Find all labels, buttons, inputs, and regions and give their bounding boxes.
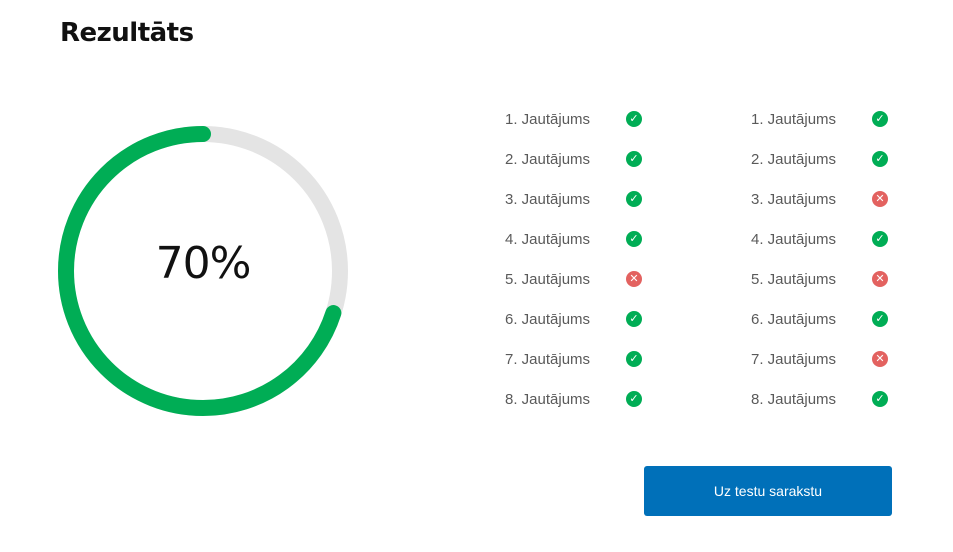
question-label: 8. Jautājums: [751, 391, 837, 408]
question-label: 4. Jautājums: [751, 231, 837, 248]
question-label: 7. Jautājums: [505, 351, 591, 368]
x-circle-icon: ✕: [872, 191, 888, 207]
question-label: 2. Jautājums: [505, 151, 591, 168]
question-label: 1. Jautājums: [505, 111, 591, 128]
answer-row: 7. Jautājums ✓: [505, 340, 705, 380]
question-label: 6. Jautājums: [751, 311, 837, 328]
check-circle-icon: ✓: [872, 111, 888, 127]
back-to-tests-button[interactable]: Uz testu sarakstu: [644, 466, 892, 516]
check-circle-icon: ✓: [872, 391, 888, 407]
check-circle-icon: ✓: [626, 311, 642, 327]
answer-row: 8. Jautājums ✓: [505, 380, 705, 420]
answer-row: 5. Jautājums ✕: [505, 260, 705, 300]
answers-list-left: 1. Jautājums ✓ 2. Jautājums ✓ 3. Jautājums ✓ 4…: [505, 100, 705, 420]
answer-row: 2. Jautājums ✓: [505, 140, 705, 180]
question-label: 5. Jautājums: [751, 271, 837, 288]
question-label: 3. Jautājums: [751, 191, 837, 208]
answer-row: 4. Jautājums ✓: [751, 220, 951, 260]
question-label: 7. Jautājums: [751, 351, 837, 368]
x-circle-icon: ✕: [872, 271, 888, 287]
x-circle-icon: ✕: [872, 351, 888, 367]
question-label: 4. Jautājums: [505, 231, 591, 248]
question-label: 1. Jautājums: [751, 111, 837, 128]
check-circle-icon: ✓: [626, 151, 642, 167]
answers-list-right: 1. Jautājums ✓ 2. Jautājums ✓ 3. Jautājums ✕ 4…: [751, 100, 951, 420]
answer-row: 2. Jautājums ✓: [751, 140, 951, 180]
question-label: 2. Jautājums: [751, 151, 837, 168]
score-percent: 70%: [155, 238, 252, 289]
answer-row: 4. Jautājums ✓: [505, 220, 705, 260]
answer-row: 5. Jautājums ✕: [751, 260, 951, 300]
answer-row: 1. Jautājums ✓: [505, 100, 705, 140]
question-label: 6. Jautājums: [505, 311, 591, 328]
x-circle-icon: ✕: [626, 271, 642, 287]
check-circle-icon: ✓: [626, 191, 642, 207]
question-label: 8. Jautājums: [505, 391, 591, 408]
check-circle-icon: ✓: [626, 391, 642, 407]
answer-row: 3. Jautājums ✓: [505, 180, 705, 220]
check-circle-icon: ✓: [626, 231, 642, 247]
answer-row: 1. Jautājums ✓: [751, 100, 951, 140]
answer-row: 7. Jautājums ✕: [751, 340, 951, 380]
question-label: 3. Jautājums: [505, 191, 591, 208]
check-circle-icon: ✓: [872, 151, 888, 167]
question-label: 5. Jautājums: [505, 271, 591, 288]
answer-row: 8. Jautājums ✓: [751, 380, 951, 420]
answer-row: 6. Jautājums ✓: [505, 300, 705, 340]
check-circle-icon: ✓: [872, 311, 888, 327]
check-circle-icon: ✓: [626, 111, 642, 127]
answer-row: 6. Jautājums ✓: [751, 300, 951, 340]
check-circle-icon: ✓: [872, 231, 888, 247]
page-title: Rezultāts: [60, 18, 194, 48]
check-circle-icon: ✓: [626, 351, 642, 367]
answer-row: 3. Jautājums ✕: [751, 180, 951, 220]
